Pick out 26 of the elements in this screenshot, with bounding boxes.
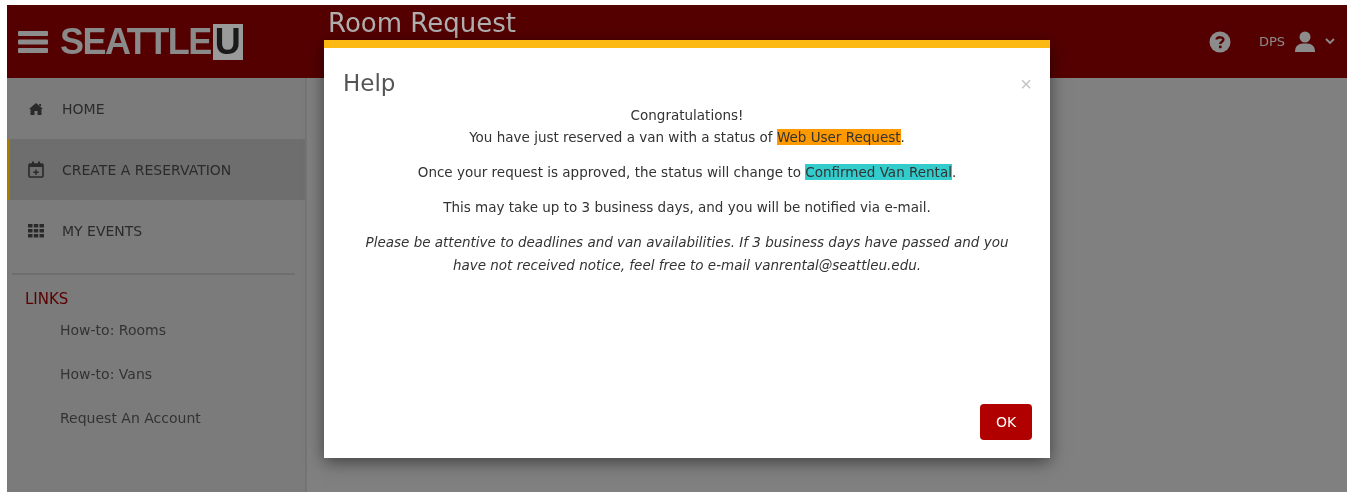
- menu-icon[interactable]: [18, 29, 48, 54]
- home-icon: [28, 101, 44, 116]
- calendar-plus-icon: [28, 161, 44, 178]
- message-text: Once your request is approved, the status will change to Confirmed Van Rental.: [416, 163, 958, 182]
- dialog-title: Help: [343, 70, 396, 96]
- nav-item[interactable]: HOME: [7, 78, 305, 139]
- section-heading: LINKS: [24, 290, 70, 308]
- logo-word: SEATTLE: [60, 23, 211, 60]
- message-text: This may take up to 3 business days, and you will be notified via e-mail.: [442, 198, 932, 217]
- sidebar-link[interactable]: How-to: Rooms: [7, 322, 166, 366]
- nav-item[interactable]: CREATE A RESERVATION: [7, 139, 305, 200]
- sidebar-link[interactable]: How-to: Vans: [7, 366, 153, 410]
- user-menu[interactable]: DPS: [1258, 30, 1335, 53]
- message-text: Congratulations!: [629, 106, 745, 125]
- close-button[interactable]: ×: [1020, 74, 1032, 94]
- page-title: Room Request: [328, 8, 516, 38]
- nav-item[interactable]: MY EVENTS: [7, 200, 305, 261]
- ok-button[interactable]: OK: [980, 404, 1032, 440]
- user-icon: [1295, 30, 1315, 53]
- message-text: Please be attentive to deadlines and van availabilities. If 3 business days have passed and you have not received notice, feel free to e-mail vanrental@seattleu.edu.: [364, 233, 1010, 275]
- caret-icon: [1325, 38, 1335, 45]
- message-text: You have just reserved a van with a status of Web User Request.: [468, 128, 906, 147]
- logo-letter: U: [212, 23, 243, 60]
- sidebar-link[interactable]: Request An Account: [7, 410, 201, 454]
- grid-icon: [28, 223, 44, 238]
- help-icon[interactable]: [1208, 30, 1231, 53]
